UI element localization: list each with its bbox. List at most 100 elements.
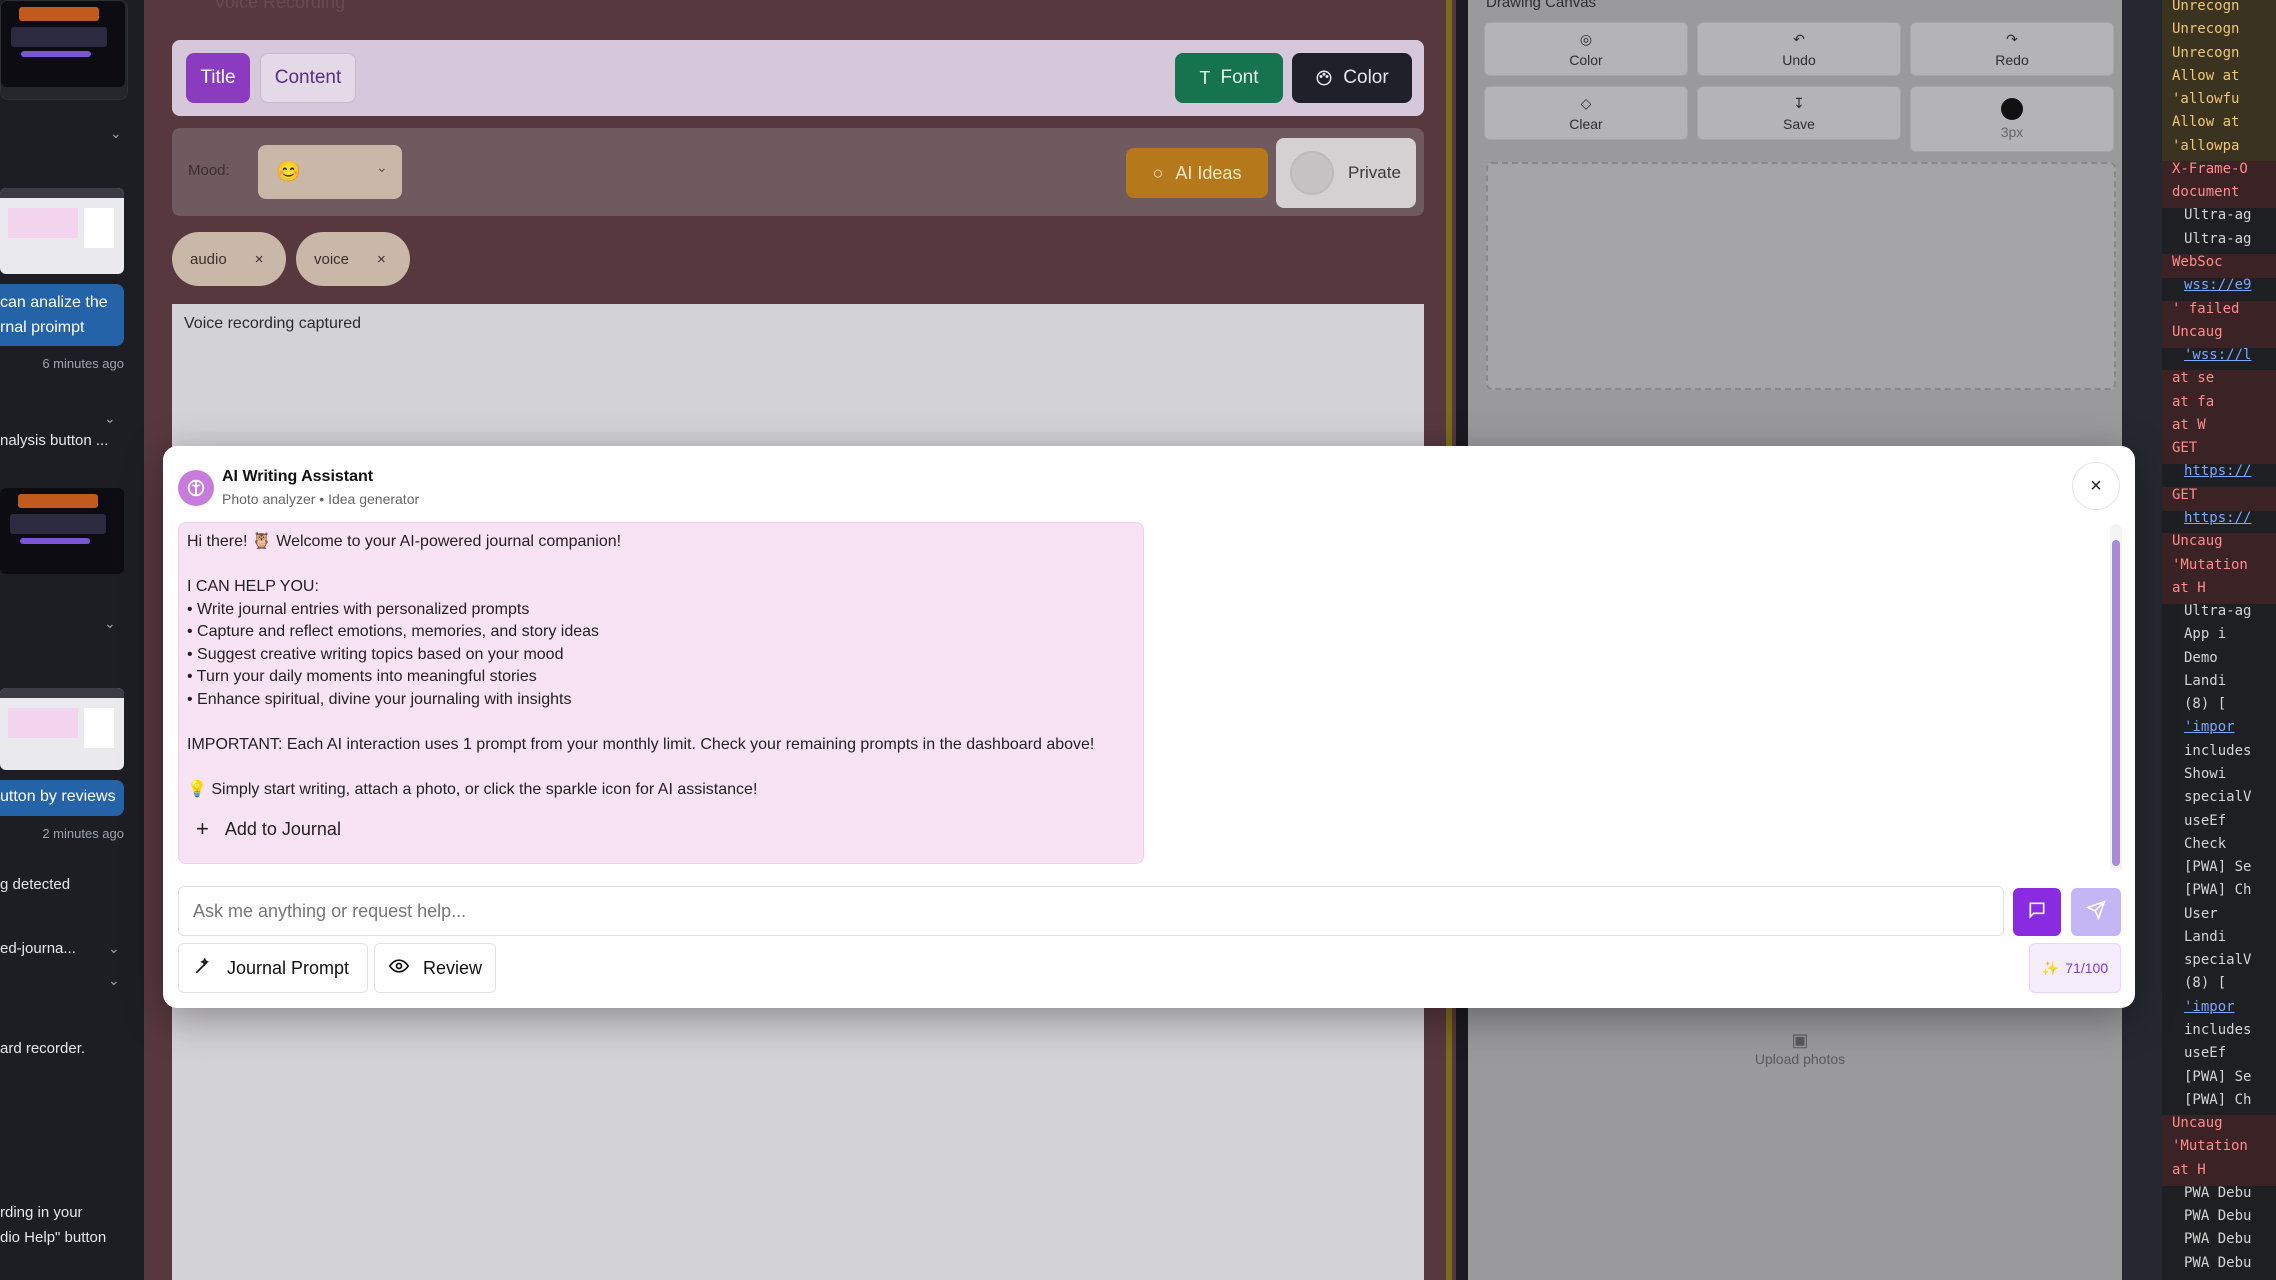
brush-size-button[interactable]: 3px (1910, 86, 2114, 152)
remove-tag-icon[interactable]: × (377, 251, 386, 268)
assistant-message-text: Hi there! 🦉 Welcome to your AI-powered j… (187, 533, 1095, 798)
console-line: [PWA] Ch (2184, 882, 2252, 898)
console-line[interactable]: 'impor (2184, 999, 2276, 1015)
console-line[interactable]: 'wss://l (2184, 347, 2276, 363)
chat-history-panel: ⌄ can analize the rnal proimpt 6 minutes… (0, 0, 144, 1280)
upload-photos-area[interactable]: ▣ Upload photos (1740, 1030, 1860, 1067)
message-timestamp: 2 minutes ago (42, 826, 124, 841)
console-line: Allow at (2172, 114, 2240, 130)
journal-prompt-label: Journal Prompt (227, 957, 350, 978)
font-button-label: Font (1220, 67, 1259, 88)
chevron-down-icon[interactable]: ⌄ (104, 410, 116, 427)
title-tab[interactable]: Title (186, 53, 250, 103)
chevron-down-icon[interactable]: ⌄ (110, 125, 122, 142)
console-line: Check (2184, 836, 2227, 852)
console-line: specialV (2184, 952, 2252, 968)
console-line[interactable]: wss://e9 (2184, 277, 2276, 293)
mood-emoji: 😊 (276, 161, 301, 183)
console-line: PWA Debu (2184, 1185, 2252, 1201)
send-button[interactable] (2071, 888, 2121, 936)
chevron-down-icon[interactable]: ⌄ (108, 972, 120, 989)
journal-prompt-button[interactable]: Journal Prompt (178, 943, 368, 993)
content-text: Voice recording captured (184, 315, 361, 332)
save-button[interactable]: ↧ Save (1697, 86, 1901, 140)
console-line: Uncaug (2172, 324, 2223, 340)
eye-icon (388, 956, 410, 981)
history-item-label[interactable]: ard recorder. (0, 1040, 85, 1057)
console-line: specialV (2184, 789, 2252, 805)
color-button[interactable]: Color (1292, 53, 1412, 103)
history-card[interactable] (0, 0, 128, 100)
chevron-down-icon: ⌄ (376, 159, 388, 175)
review-button[interactable]: Review (374, 943, 496, 993)
content-tab[interactable]: Content (260, 53, 356, 103)
console-line[interactable]: 'impor (2184, 719, 2276, 735)
plus-icon: + (196, 816, 209, 841)
mood-label: Mood: (188, 162, 230, 179)
console-line: GET (2172, 487, 2198, 503)
chat-mode-button[interactable] (2013, 888, 2061, 936)
tool-label: Color (1569, 51, 1603, 68)
console-line: Ultra-ag (2184, 207, 2252, 223)
console-line: includes (2184, 1022, 2252, 1038)
console-line: includes (2184, 743, 2252, 759)
download-icon: ↧ (1793, 94, 1805, 111)
devtools-console: Unrecogn Unrecogn Unrecogn Allow at 'allowfu… (2162, 0, 2276, 1280)
message-square-icon (2027, 900, 2047, 925)
ai-ideas-button[interactable]: ○ AI Ideas (1126, 148, 1268, 198)
ask-input[interactable] (178, 886, 2004, 936)
history-item-label[interactable]: nalysis button ... (0, 432, 108, 449)
history-item-label: rding in your (0, 1204, 83, 1221)
scrollbar-thumb[interactable] (2112, 540, 2120, 866)
console-line: (8) [ (2184, 696, 2227, 712)
tag-label: voice (314, 250, 350, 268)
chevron-down-icon[interactable]: ⌄ (108, 940, 120, 957)
sparkle-icon: ✨ (2041, 959, 2060, 976)
send-icon (2085, 899, 2106, 925)
review-label: Review (423, 957, 483, 978)
mood-select[interactable]: 😊 ⌄ (258, 145, 402, 199)
undo-button[interactable]: ↶ Undo (1697, 22, 1901, 76)
console-line[interactable]: https:// (2184, 463, 2276, 479)
redo-icon: ↷ (2006, 30, 2018, 47)
console-line: Unrecogn (2172, 0, 2240, 14)
console-line: Uncaug (2172, 533, 2223, 549)
private-toggle[interactable]: Private (1276, 138, 1416, 208)
remove-tag-icon[interactable]: × (255, 251, 264, 268)
console-line: Allow at (2172, 68, 2240, 84)
drawing-canvas-heading: Drawing Canvas (1486, 0, 1597, 11)
ai-ideas-label: AI Ideas (1175, 162, 1242, 183)
close-button[interactable]: × (2072, 462, 2120, 510)
chevron-down-icon[interactable]: ⌄ (104, 615, 116, 632)
brush-dot-icon (2001, 98, 2023, 120)
redo-button[interactable]: ↷ Redo (1910, 22, 2114, 76)
drawing-canvas[interactable] (1486, 162, 2116, 390)
history-item-label[interactable]: g detected (0, 876, 70, 893)
toggle-switch[interactable] (1290, 151, 1334, 195)
magic-wand-icon (193, 956, 213, 981)
close-icon: × (2090, 474, 2102, 497)
tool-label: Clear (1569, 115, 1603, 132)
clear-button[interactable]: ◇ Clear (1484, 86, 1688, 140)
console-line: document (2172, 184, 2240, 200)
camera-icon: ▣ (1791, 1030, 1809, 1050)
console-line[interactable]: https:// (2184, 510, 2276, 526)
console-line: 'allowfu (2172, 91, 2240, 107)
console-line: at H (2172, 580, 2206, 596)
console-line: Landi (2184, 673, 2227, 689)
console-line: Demo (2184, 650, 2218, 666)
modal-title: AI Writing Assistant (222, 468, 374, 485)
add-to-journal-button[interactable]: + Add to Journal (196, 816, 341, 842)
color-tool-button[interactable]: ◎ Color (1484, 22, 1688, 76)
console-line: PWA Debu (2184, 1255, 2252, 1271)
add-to-journal-label: Add to Journal (224, 818, 341, 839)
console-line: [PWA] Ch (2184, 1092, 2252, 1108)
history-item-label[interactable]: ed-journa... (0, 940, 76, 957)
console-line: useEf (2184, 813, 2227, 829)
eraser-icon: ◇ (1580, 94, 1592, 111)
upload-label: Upload photos (1754, 1051, 1846, 1067)
console-line: useEf (2184, 1045, 2227, 1061)
palette-icon: ◎ (1579, 30, 1593, 47)
assistant-message: Hi there! 🦉 Welcome to your AI-powered j… (178, 522, 1144, 864)
font-button[interactable]: T Font (1175, 53, 1283, 103)
